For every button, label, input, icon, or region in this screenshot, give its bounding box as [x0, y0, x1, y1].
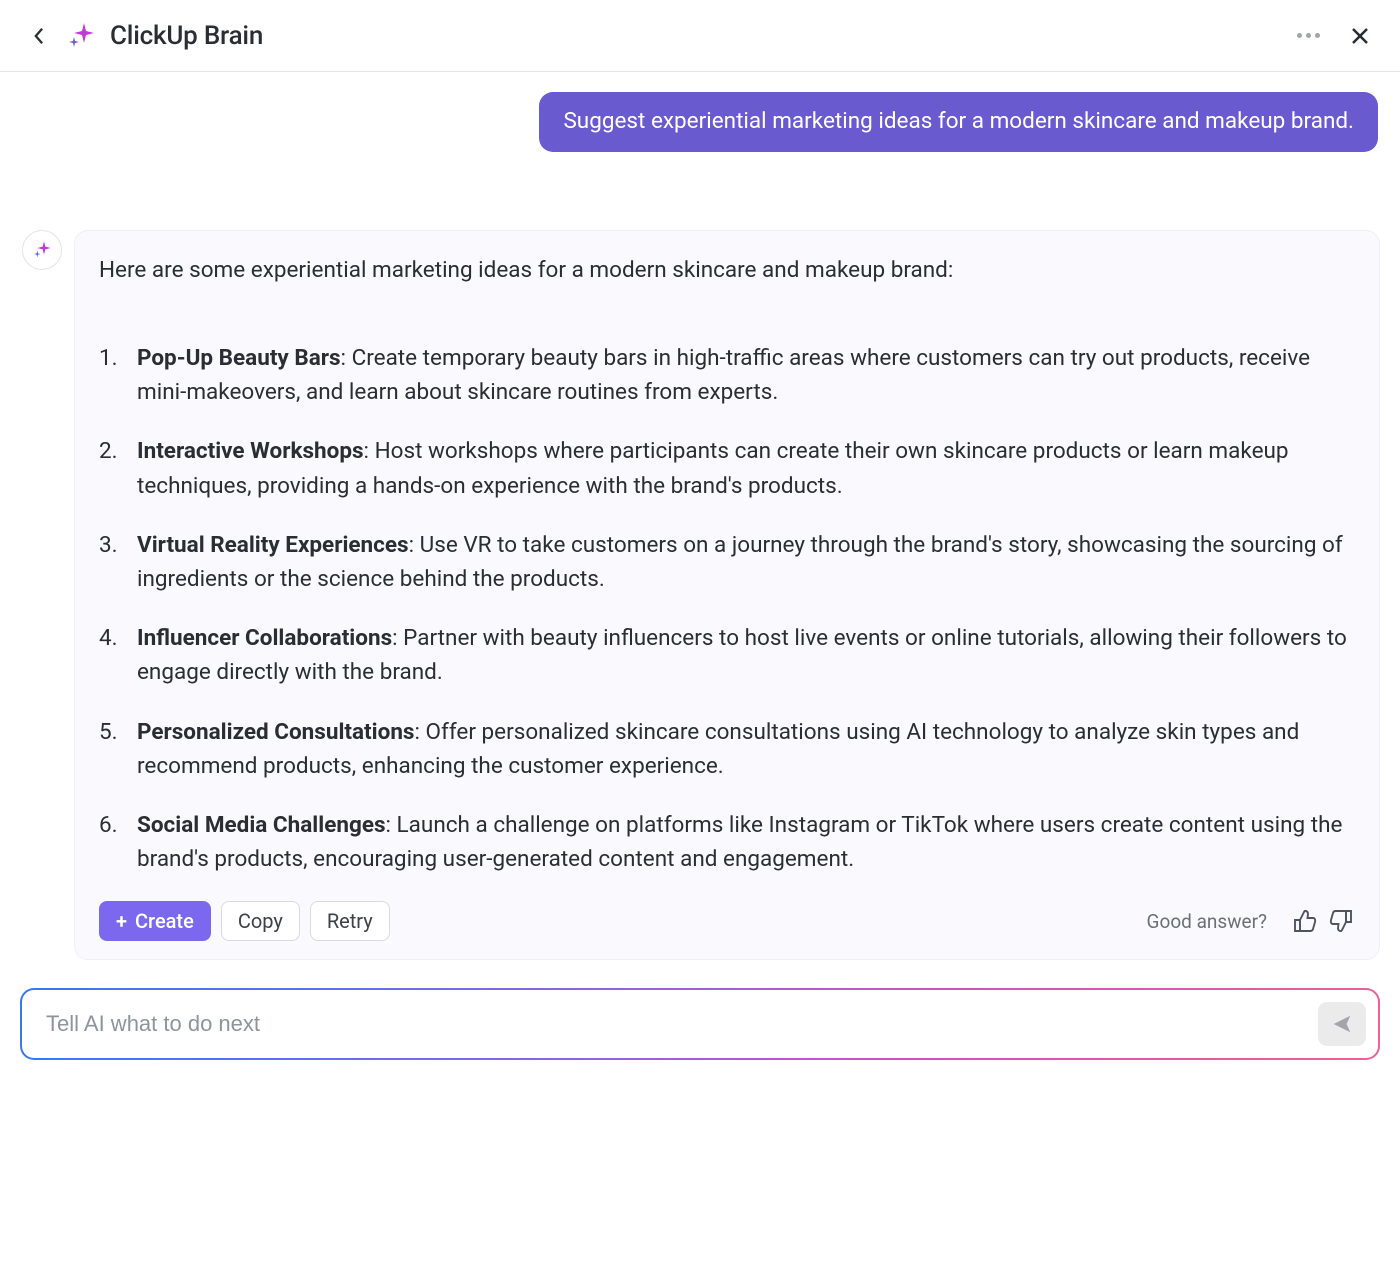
list-item-title: Interactive Workshops [137, 438, 364, 464]
list-item-title: Social Media Challenges [137, 812, 386, 838]
composer-input[interactable] [44, 1010, 1318, 1038]
list-item-title: Pop-Up Beauty Bars [137, 345, 341, 371]
create-button[interactable]: + Create [99, 901, 211, 941]
create-button-label: Create [135, 909, 194, 933]
thumbs-down-icon [1329, 909, 1353, 933]
more-icon [1297, 33, 1320, 38]
list-item-title: Virtual Reality Experiences [137, 532, 409, 558]
close-button[interactable] [1344, 20, 1376, 52]
send-button[interactable] [1318, 1002, 1366, 1046]
thumbs-down-button[interactable] [1327, 907, 1355, 935]
retry-button[interactable]: Retry [310, 901, 390, 941]
ai-message: Here are some experiential marketing ide… [74, 230, 1380, 960]
composer [20, 988, 1380, 1060]
ai-message-row: Here are some experiential marketing ide… [20, 230, 1380, 960]
list-item: Influencer Collaborations: Partner with … [99, 621, 1355, 689]
list-item: Personalized Consultations: Offer person… [99, 715, 1355, 783]
sparkle-icon [64, 19, 98, 53]
more-button[interactable] [1292, 20, 1324, 52]
composer-area [0, 960, 1400, 1060]
user-message: Suggest experiential marketing ideas for… [539, 92, 1378, 152]
user-message-row: Suggest experiential marketing ideas for… [20, 92, 1378, 152]
action-bar: + Create Copy Retry Good answer? [99, 901, 1355, 941]
retry-button-label: Retry [327, 909, 373, 933]
copy-button[interactable]: Copy [221, 901, 300, 941]
app-title: ClickUp Brain [110, 21, 263, 51]
close-icon [1351, 27, 1369, 45]
copy-button-label: Copy [238, 909, 283, 933]
list-item: Social Media Challenges: Launch a challe… [99, 808, 1355, 876]
feedback-label: Good answer? [1147, 910, 1267, 933]
ai-avatar [22, 230, 62, 270]
header: ClickUp Brain [0, 0, 1400, 72]
sparkle-icon [32, 240, 52, 260]
list-item-title: Personalized Consultations [137, 719, 415, 745]
thumbs-up-button[interactable] [1291, 907, 1319, 935]
list-item: Pop-Up Beauty Bars: Create temporary bea… [99, 341, 1355, 409]
list-item: Virtual Reality Experiences: Use VR to t… [99, 528, 1355, 596]
chat-area: Suggest experiential marketing ideas for… [0, 72, 1400, 960]
ai-intro-text: Here are some experiential marketing ide… [99, 257, 1355, 283]
thumbs-up-icon [1293, 909, 1317, 933]
plus-icon: + [116, 909, 127, 933]
back-button[interactable] [22, 20, 54, 52]
list-item-title: Influencer Collaborations [137, 625, 392, 651]
ai-ideas-list: Pop-Up Beauty Bars: Create temporary bea… [99, 341, 1355, 876]
list-item: Interactive Workshops: Host workshops wh… [99, 434, 1355, 502]
send-icon [1331, 1013, 1353, 1035]
